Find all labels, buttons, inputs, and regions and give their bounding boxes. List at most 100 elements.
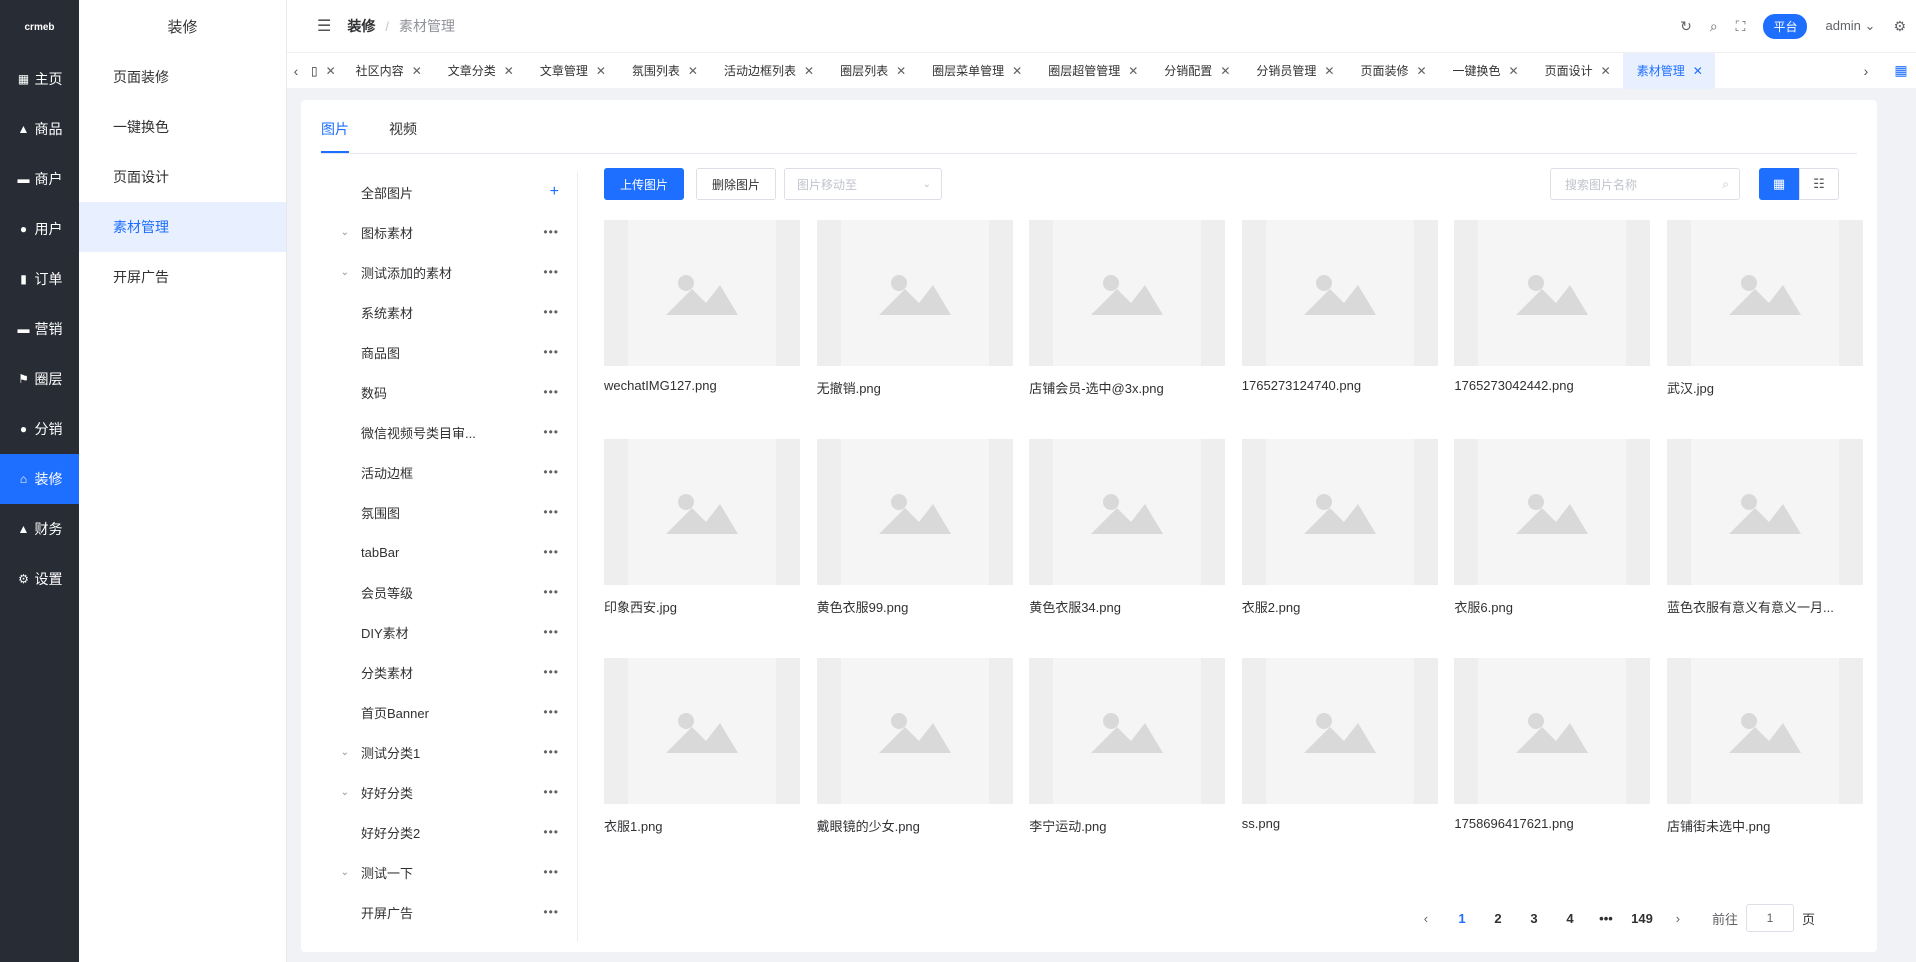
more-icon[interactable]: •••: [543, 905, 559, 919]
tab-item-4[interactable]: 活动边框列表 ✕: [710, 53, 826, 89]
more-icon[interactable]: •••: [543, 345, 559, 359]
category-item[interactable]: 会员等级 •••: [321, 572, 577, 612]
tabs-menu-icon[interactable]: ▦: [1886, 62, 1916, 79]
list-view-button[interactable]: ☷: [1799, 168, 1839, 200]
close-icon[interactable]: ✕: [412, 64, 422, 78]
close-icon[interactable]: ✕: [1693, 64, 1703, 78]
category-item[interactable]: ⌄ 好好分类 •••: [321, 772, 577, 812]
close-icon[interactable]: ✕: [1012, 64, 1022, 78]
category-item[interactable]: 微信视频号类目审... •••: [321, 412, 577, 452]
tab-item-12[interactable]: 页面设计 ✕: [1531, 53, 1623, 89]
image-card[interactable]: ss.png: [1241, 658, 1438, 848]
image-thumbnail[interactable]: [1667, 658, 1863, 804]
upload-image-button[interactable]: 上传图片: [604, 168, 684, 200]
tab-item-6[interactable]: 圈层菜单管理 ✕: [918, 53, 1034, 89]
image-thumbnail[interactable]: [1454, 658, 1651, 804]
chevron-down-icon[interactable]: ⌄: [325, 227, 349, 238]
image-card[interactable]: 衣服6.png: [1454, 439, 1651, 629]
category-item[interactable]: 数码 •••: [321, 372, 577, 412]
image-card[interactable]: 蓝色衣服有意义有意义一月...: [1667, 439, 1863, 629]
category-item[interactable]: ⌄ 测试添加的素材 •••: [321, 252, 577, 292]
more-icon[interactable]: •••: [543, 545, 559, 559]
image-card[interactable]: 衣服1.png: [604, 658, 800, 848]
tab-item-1[interactable]: 文章分类 ✕: [434, 53, 526, 89]
more-icon[interactable]: •••: [543, 305, 559, 319]
nav-item-5[interactable]: ▬ 营销: [0, 304, 79, 354]
close-icon[interactable]: ✕: [504, 64, 514, 78]
close-icon[interactable]: ✕: [688, 64, 698, 78]
search-icon[interactable]: ⌕: [1710, 18, 1718, 35]
category-item[interactable]: tabBar •••: [321, 532, 577, 572]
tab-partial[interactable]: ▯ ✕: [305, 53, 342, 89]
image-card[interactable]: 1765273042442.png: [1454, 220, 1651, 410]
nav-item-10[interactable]: ⚙ 设置: [0, 554, 79, 604]
nav-item-8[interactable]: ⌂ 装修: [0, 454, 79, 504]
more-icon[interactable]: •••: [543, 505, 559, 519]
category-item[interactable]: DIY素材 •••: [321, 612, 577, 652]
more-icon[interactable]: •••: [543, 625, 559, 639]
more-icon[interactable]: •••: [543, 585, 559, 599]
chevron-down-icon[interactable]: ⌄: [325, 747, 349, 758]
image-thumbnail[interactable]: [1029, 220, 1226, 366]
page-number[interactable]: 4: [1552, 911, 1588, 926]
image-thumbnail[interactable]: [1029, 439, 1226, 585]
tab-item-2[interactable]: 文章管理 ✕: [526, 53, 618, 89]
more-icon[interactable]: •••: [543, 745, 559, 759]
submenu-item-3[interactable]: 素材管理: [79, 202, 286, 252]
category-item[interactable]: 商品图 •••: [321, 332, 577, 372]
more-icon[interactable]: •••: [543, 665, 559, 679]
image-card[interactable]: 店铺街未选中.png: [1667, 658, 1863, 848]
close-icon[interactable]: ✕: [326, 64, 336, 78]
image-thumbnail[interactable]: [1241, 439, 1438, 585]
platform-button[interactable]: 平台: [1763, 13, 1808, 39]
image-card[interactable]: 戴眼镜的少女.png: [816, 658, 1013, 848]
more-icon[interactable]: •••: [543, 785, 559, 799]
image-thumbnail[interactable]: [816, 658, 1013, 804]
close-icon[interactable]: ✕: [1416, 64, 1426, 78]
grid-view-button[interactable]: ▦: [1759, 168, 1799, 200]
refresh-icon[interactable]: ↻: [1680, 18, 1692, 35]
image-thumbnail[interactable]: [604, 439, 800, 585]
tab-videos[interactable]: 视频: [389, 119, 417, 153]
close-icon[interactable]: ✕: [804, 64, 814, 78]
tab-images[interactable]: 图片: [321, 119, 349, 153]
tab-item-5[interactable]: 圈层列表 ✕: [826, 53, 918, 89]
image-card[interactable]: wechatIMG127.png: [604, 220, 800, 410]
more-icon[interactable]: •••: [543, 225, 559, 239]
more-icon[interactable]: •••: [543, 865, 559, 879]
image-card[interactable]: 黄色衣服99.png: [816, 439, 1013, 629]
image-card[interactable]: 无撤销.png: [816, 220, 1013, 410]
category-item[interactable]: 分类素材 •••: [321, 652, 577, 692]
image-card[interactable]: 1765273124740.png: [1241, 220, 1438, 410]
image-thumbnail[interactable]: [816, 439, 1013, 585]
page-ellipsis[interactable]: •••: [1588, 911, 1624, 926]
tab-item-13[interactable]: 素材管理 ✕: [1622, 52, 1715, 89]
submenu-item-4[interactable]: 开屏广告: [79, 252, 286, 302]
search-icon[interactable]: ⌕: [1722, 177, 1729, 192]
close-icon[interactable]: ✕: [1220, 64, 1230, 78]
more-icon[interactable]: •••: [543, 705, 559, 719]
category-item[interactable]: 开屏广告 •••: [321, 892, 577, 932]
tab-item-8[interactable]: 分销配置 ✕: [1150, 53, 1242, 89]
close-icon[interactable]: ✕: [1324, 64, 1334, 78]
category-item[interactable]: ⌄ 测试一下 •••: [321, 852, 577, 892]
submenu-item-2[interactable]: 页面设计: [79, 152, 286, 202]
image-thumbnail[interactable]: [1029, 658, 1226, 804]
category-item[interactable]: 活动边框 •••: [321, 452, 577, 492]
category-item[interactable]: 首页Banner •••: [321, 692, 577, 732]
nav-item-7[interactable]: ● 分销: [0, 404, 79, 454]
image-thumbnail[interactable]: [1667, 220, 1863, 366]
tab-item-10[interactable]: 页面装修 ✕: [1346, 53, 1438, 89]
close-icon[interactable]: ✕: [596, 64, 606, 78]
category-item[interactable]: 全部图片 +: [321, 172, 577, 212]
goto-page-input[interactable]: 1: [1745, 904, 1794, 932]
image-thumbnail[interactable]: [1667, 439, 1863, 585]
search-input[interactable]: 搜索图片名称 ⌕: [1550, 168, 1740, 200]
nav-item-2[interactable]: ▬ 商户: [0, 154, 79, 204]
page-number[interactable]: 3: [1516, 911, 1552, 926]
prev-page-icon[interactable]: ‹: [1408, 911, 1444, 926]
image-card[interactable]: 黄色衣服34.png: [1029, 439, 1226, 629]
category-item[interactable]: 好好分类2 •••: [321, 812, 577, 852]
nav-item-1[interactable]: ▲ 商品: [0, 104, 79, 154]
user-menu[interactable]: admin ⌄: [1825, 18, 1875, 34]
